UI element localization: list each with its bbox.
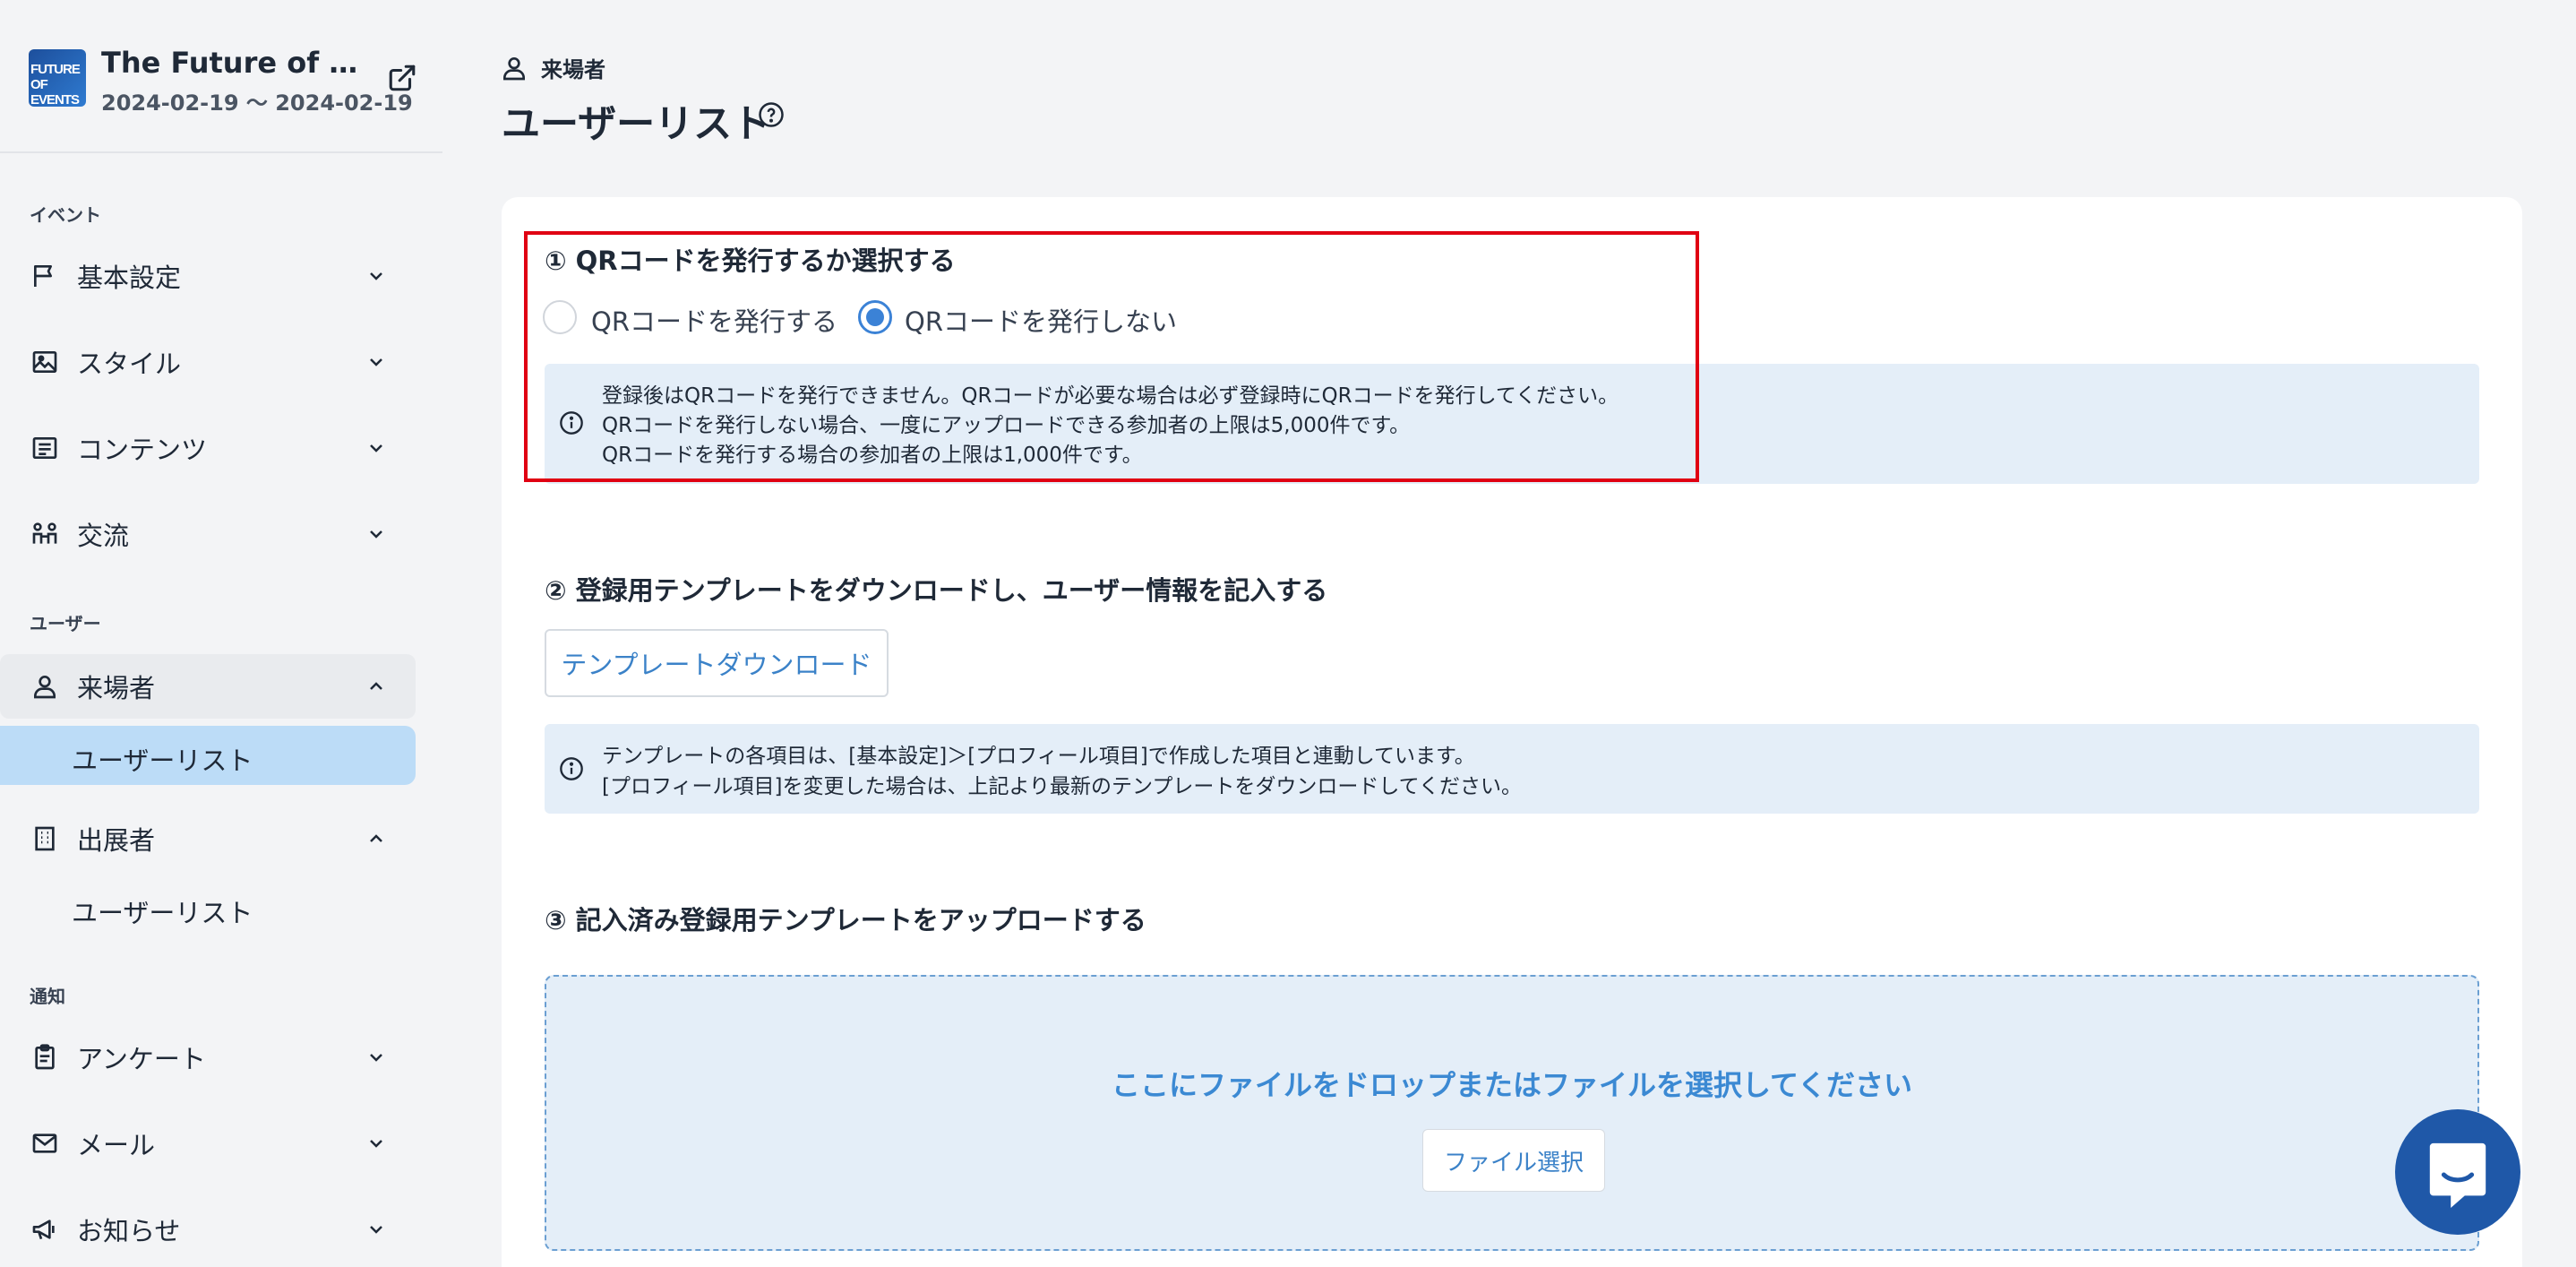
sidebar-item-label: 交流 xyxy=(77,521,130,551)
dropzone-text: ここにファイルをドロップまたはファイルを選択してください xyxy=(1111,1068,1913,1102)
people-exchange-icon xyxy=(32,522,57,544)
template-download-button[interactable]: テンプレートダウンロード xyxy=(545,629,889,697)
list-icon xyxy=(32,437,57,459)
section-label-notify: 通知 xyxy=(30,986,65,1007)
sidebar-item-exchange[interactable]: 交流 xyxy=(0,502,416,566)
chevron-up-icon xyxy=(370,834,382,842)
sidebar-item-basic-settings[interactable]: 基本設定 xyxy=(0,244,416,308)
section-label-event: イベント xyxy=(30,204,101,226)
chevron-down-icon xyxy=(370,1226,382,1234)
sidebar-subitem-label: ユーザーリスト xyxy=(72,898,253,928)
user-icon xyxy=(34,676,56,699)
event-logo: FUTURE OF EVENTS xyxy=(29,49,86,107)
sidebar-item-label: コンテンツ xyxy=(77,435,208,465)
sidebar-item-label: 基本設定 xyxy=(77,263,182,293)
sidebar-item-visitors[interactable]: 来場者 xyxy=(0,654,416,719)
chevron-down-icon xyxy=(370,1140,382,1148)
chat-launcher-button[interactable] xyxy=(2395,1109,2520,1235)
chevron-down-icon xyxy=(370,530,382,539)
sidebar-item-label: お知らせ xyxy=(77,1216,181,1246)
sidebar-item-label: メール xyxy=(77,1130,156,1160)
event-header: FUTURE OF EVENTS The Future of Events 20… xyxy=(0,0,442,153)
sidebar-item-notice[interactable]: お知らせ xyxy=(0,1197,416,1262)
sidebar-subitem-label: ユーザーリスト xyxy=(72,746,253,776)
mail-icon xyxy=(32,1133,57,1153)
megaphone-icon xyxy=(32,1220,55,1240)
chat-icon xyxy=(2429,1142,2486,1209)
external-link-icon[interactable] xyxy=(387,63,417,93)
sidebar-item-label: 来場者 xyxy=(77,673,156,703)
building-icon xyxy=(35,826,55,851)
image-icon xyxy=(32,351,57,373)
chevron-down-icon xyxy=(370,1054,382,1062)
help-icon[interactable] xyxy=(758,101,785,128)
sidebar-item-mail[interactable]: メール xyxy=(0,1111,416,1176)
chevron-down-icon xyxy=(370,358,382,366)
step2-info-box: テンプレートの各項目は、[基本設定]＞[プロフィール項目]で作成した項目と連動し… xyxy=(545,724,2479,814)
sidebar-item-survey[interactable]: アンケート xyxy=(0,1025,416,1090)
user-icon xyxy=(503,57,525,81)
event-title[interactable]: The Future of Events xyxy=(101,46,370,80)
clipboard-icon xyxy=(35,1044,55,1070)
sidebar-subitem-visitors-user-list[interactable]: ユーザーリスト xyxy=(0,726,416,785)
sidebar-item-label: スタイル xyxy=(77,349,182,379)
page-title: ユーザーリスト xyxy=(502,102,771,147)
file-select-button[interactable]: ファイル選択 xyxy=(1422,1129,1605,1192)
sidebar-item-exhibitors[interactable]: 出展者 xyxy=(0,806,416,871)
info-icon xyxy=(560,757,583,780)
section-label-user: ユーザー xyxy=(30,613,101,634)
step3-title: ③ 記入済み登録用テンプレートをアップロードする xyxy=(545,905,1146,935)
step2-info-line-1: テンプレートの各項目は、[基本設定]＞[プロフィール項目]で作成した項目と連動し… xyxy=(602,745,1475,768)
sidebar-item-style[interactable]: スタイル xyxy=(0,330,416,394)
breadcrumb: 来場者 xyxy=(541,57,605,82)
step2-title: ② 登録用テンプレートをダウンロードし、ユーザー情報を記入する xyxy=(545,575,1328,606)
step2-info-line-2: [プロフィール項目]を変更した場合は、上記より最新のテンプレートをダウンロードし… xyxy=(602,775,1522,798)
event-logo-line2: OF EVENTS xyxy=(30,77,80,107)
event-logo-line1: FUTURE xyxy=(30,62,81,77)
chevron-down-icon xyxy=(370,272,382,280)
sidebar-subitem-exhibitors-user-list[interactable]: ユーザーリスト xyxy=(0,878,416,937)
chevron-down-icon xyxy=(370,444,382,452)
highlight-box xyxy=(524,231,1699,482)
sidebar-item-label: アンケート xyxy=(77,1044,206,1074)
event-dates: 2024-02-19 〜 2024-02-19 xyxy=(101,90,413,116)
flag-icon xyxy=(34,265,52,287)
sidebar: FUTURE OF EVENTS The Future of Events 20… xyxy=(0,0,442,1267)
file-dropzone[interactable]: ここにファイルをドロップまたはファイルを選択してください ファイル選択 xyxy=(545,975,2479,1251)
sidebar-item-contents[interactable]: コンテンツ xyxy=(0,416,416,480)
sidebar-item-label: 出展者 xyxy=(77,825,156,856)
chevron-up-icon xyxy=(370,682,382,690)
